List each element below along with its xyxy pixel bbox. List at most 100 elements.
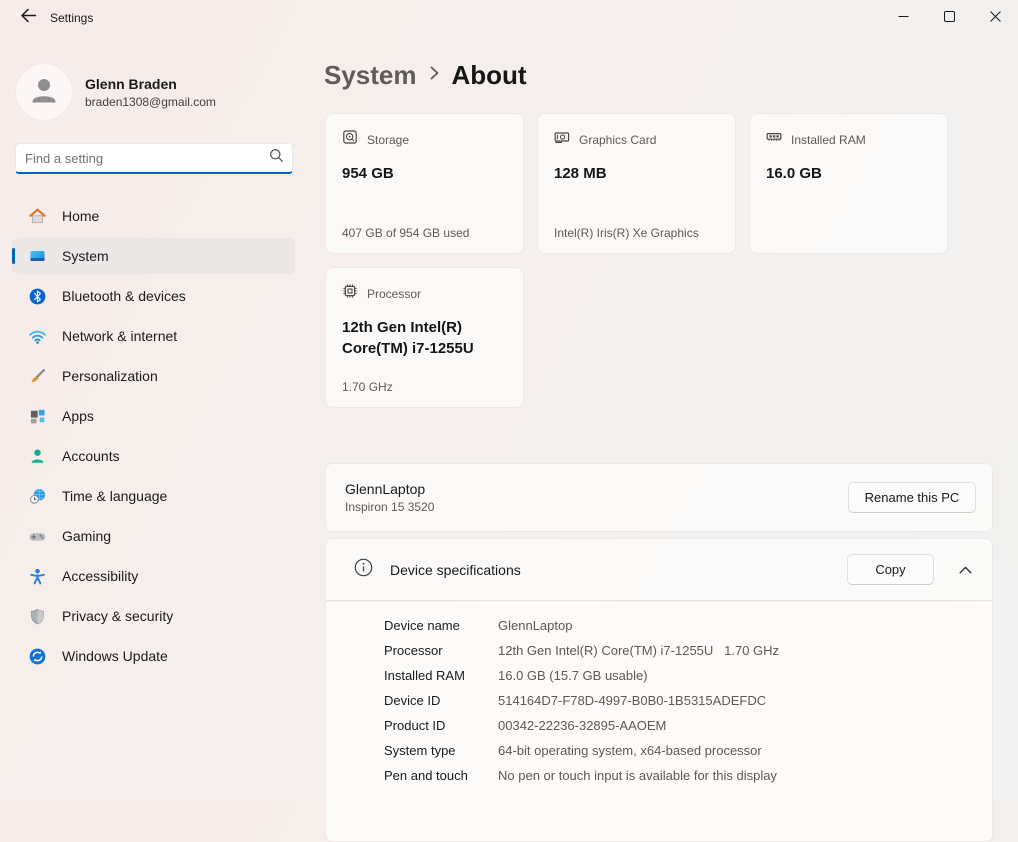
card-value: 12th Gen Intel(R) Core(TM) i7-1255U — [342, 317, 507, 359]
accessibility-icon — [28, 567, 47, 586]
card-label: Processor — [367, 287, 421, 301]
table-row: Pen and touch No pen or touch input is a… — [326, 763, 992, 788]
spec-value: 12th Gen Intel(R) Core(TM) i7-1255U 1.70… — [498, 643, 779, 658]
bluetooth-icon — [28, 287, 47, 306]
close-button[interactable] — [972, 0, 1018, 36]
breadcrumb: System About — [324, 60, 527, 91]
sidebar-item-privacy-security[interactable]: Privacy & security — [12, 598, 295, 634]
collapse-expander-button[interactable] — [950, 555, 980, 585]
sidebar-nav: Home System Bluetooth & devices Network … — [12, 198, 295, 678]
maximize-icon — [944, 9, 955, 27]
chevron-right-icon — [430, 66, 439, 85]
spec-label: Device name — [384, 618, 498, 633]
time-language-icon — [28, 487, 47, 506]
sidebar-item-label: Network & internet — [62, 328, 177, 344]
table-row: Processor 12th Gen Intel(R) Core(TM) i7-… — [326, 638, 992, 663]
profile-email: braden1308@gmail.com — [85, 95, 216, 109]
sidebar-item-label: Windows Update — [62, 648, 168, 664]
spec-label: Installed RAM — [384, 668, 498, 683]
sidebar-item-time-language[interactable]: Time & language — [12, 478, 295, 514]
spec-value: 64-bit operating system, x64-based proce… — [498, 743, 762, 758]
sidebar-item-label: Home — [62, 208, 99, 224]
sidebar-item-gaming[interactable]: Gaming — [12, 518, 295, 554]
sidebar-item-home[interactable]: Home — [12, 198, 295, 234]
sidebar-item-label: Apps — [62, 408, 94, 424]
gamepad-icon — [28, 527, 47, 546]
close-icon — [990, 9, 1001, 27]
table-row: Device name GlennLaptop — [326, 613, 992, 638]
spec-value: 514164D7-F78D-4997-B0B0-1B5315ADEFDC — [498, 693, 766, 708]
spec-cards-row: Storage 954 GB 407 GB of 954 GB used Gra… — [325, 113, 948, 254]
sidebar-item-windows-update[interactable]: Windows Update — [12, 638, 295, 674]
search-box[interactable] — [15, 143, 293, 174]
device-panel: GlennLaptop Inspiron 15 3520 Rename this… — [325, 463, 993, 532]
minimize-icon — [898, 9, 909, 27]
card-label: Storage — [367, 133, 409, 147]
table-row: Device ID 514164D7-F78D-4997-B0B0-1B5315… — [326, 688, 992, 713]
sidebar-item-label: System — [62, 248, 109, 264]
sidebar-item-accounts[interactable]: Accounts — [12, 438, 295, 474]
home-icon — [28, 207, 47, 226]
rename-pc-button[interactable]: Rename this PC — [848, 482, 976, 513]
sidebar-item-system[interactable]: System — [12, 238, 295, 274]
graphics-card-icon — [554, 129, 570, 150]
card-label: Graphics Card — [579, 133, 656, 147]
sidebar-item-network-internet[interactable]: Network & internet — [12, 318, 295, 354]
card-label: Installed RAM — [791, 133, 866, 147]
table-row: Installed RAM 16.0 GB (15.7 GB usable) — [326, 663, 992, 688]
profile-name: Glenn Braden — [85, 76, 216, 92]
back-button[interactable] — [12, 3, 44, 33]
device-name: GlennLaptop — [345, 481, 848, 497]
spec-value: GlennLaptop — [498, 618, 572, 633]
storage-card: Storage 954 GB 407 GB of 954 GB used — [325, 113, 524, 254]
card-value: 128 MB — [554, 163, 719, 184]
card-value: 16.0 GB — [766, 163, 931, 184]
spec-value: 00342-22236-32895-AAOEM — [498, 718, 666, 733]
sidebar-item-label: Time & language — [62, 488, 167, 504]
back-arrow-icon — [20, 8, 37, 28]
processor-icon — [342, 283, 358, 304]
search-input[interactable] — [25, 151, 269, 166]
sidebar-item-label: Bluetooth & devices — [62, 288, 186, 304]
sidebar-item-label: Accounts — [62, 448, 120, 464]
apps-icon — [28, 407, 47, 426]
breadcrumb-current: About — [452, 60, 527, 91]
accounts-icon — [28, 447, 47, 466]
sidebar-item-accessibility[interactable]: Accessibility — [12, 558, 295, 594]
spec-label: Device ID — [384, 693, 498, 708]
sidebar-item-apps[interactable]: Apps — [12, 398, 295, 434]
table-row: Product ID 00342-22236-32895-AAOEM — [326, 713, 992, 738]
minimize-button[interactable] — [880, 0, 926, 36]
spec-label: Product ID — [384, 718, 498, 733]
spec-label: System type — [384, 743, 498, 758]
card-description: Intel(R) Iris(R) Xe Graphics — [554, 226, 699, 240]
spec-label: Processor — [384, 643, 498, 658]
card-description: 1.70 GHz — [342, 380, 393, 394]
brush-icon — [28, 367, 47, 386]
storage-icon — [342, 129, 358, 150]
table-row: System type 64-bit operating system, x64… — [326, 738, 992, 763]
breadcrumb-parent[interactable]: System — [324, 60, 417, 91]
copy-button[interactable]: Copy — [847, 554, 934, 585]
device-specifications-table: Device name GlennLaptop Processor 12th G… — [325, 602, 993, 842]
info-icon — [354, 558, 373, 582]
app-title: Settings — [50, 0, 93, 36]
user-profile[interactable]: Glenn Braden braden1308@gmail.com — [15, 63, 216, 121]
maximize-button[interactable] — [926, 0, 972, 36]
sidebar-item-label: Privacy & security — [62, 608, 173, 624]
device-model: Inspiron 15 3520 — [345, 500, 848, 514]
graphics-card-card: Graphics Card 128 MB Intel(R) Iris(R) Xe… — [537, 113, 736, 254]
device-specifications-header[interactable]: Device specifications Copy — [325, 538, 993, 601]
installed-ram-card: Installed RAM 16.0 GB — [749, 113, 948, 254]
titlebar: Settings — [0, 0, 1018, 36]
sidebar-item-label: Gaming — [62, 528, 111, 544]
chevron-up-icon — [959, 561, 972, 579]
sidebar-item-bluetooth-devices[interactable]: Bluetooth & devices — [12, 278, 295, 314]
card-description: 407 GB of 954 GB used — [342, 226, 469, 240]
ram-icon — [766, 129, 782, 150]
spec-cards-row-2: Processor 12th Gen Intel(R) Core(TM) i7-… — [325, 267, 524, 408]
sidebar-item-personalization[interactable]: Personalization — [12, 358, 295, 394]
spec-value: 16.0 GB (15.7 GB usable) — [498, 668, 648, 683]
window-controls — [880, 0, 1018, 36]
spec-value: No pen or touch input is available for t… — [498, 768, 777, 783]
